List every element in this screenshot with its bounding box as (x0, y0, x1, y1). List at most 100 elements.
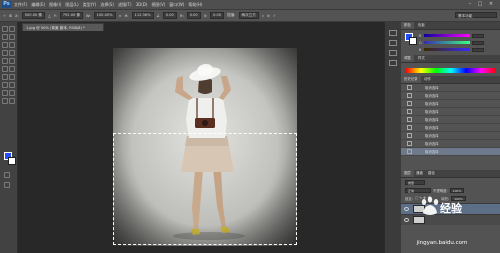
path-select-icon[interactable] (2, 90, 8, 96)
menu-window[interactable]: 窗口(W) (169, 2, 184, 8)
hand-tool-icon[interactable] (2, 98, 8, 104)
history-item[interactable]: 取消选择 (401, 84, 500, 92)
lasso-tool-icon[interactable] (2, 34, 8, 40)
shape-tool-icon[interactable] (9, 90, 15, 96)
workspace-select[interactable]: 基本功能 (455, 12, 497, 18)
angle-icon: ∠ (156, 13, 160, 18)
photoshop-logo: Ps (2, 1, 11, 8)
menu-image[interactable]: 图像(I) (49, 2, 61, 8)
menu-view[interactable]: 视图(V) (151, 2, 165, 8)
reference-point-icon[interactable]: ⊞ (9, 14, 12, 18)
selection-marquee[interactable] (113, 133, 297, 245)
history-brush-icon[interactable] (9, 58, 15, 64)
pen-tool-icon[interactable] (2, 82, 8, 88)
eye-icon[interactable] (404, 207, 409, 211)
background-color-swatch[interactable] (8, 157, 16, 165)
menu-3d[interactable]: 3D(D) (136, 2, 148, 8)
maximize-button[interactable]: □ (476, 1, 484, 7)
color-panel-bg-swatch[interactable] (409, 37, 417, 45)
history-item[interactable]: 取消选择 (401, 132, 500, 140)
menu-layer[interactable]: 图层(L) (65, 2, 78, 8)
gradient-tool-icon[interactable] (9, 66, 15, 72)
zoom-tool-icon[interactable] (9, 98, 15, 104)
move-tool-icon[interactable] (2, 26, 8, 32)
menu-type[interactable]: 类型(Y) (83, 2, 97, 8)
blur-tool-icon[interactable] (2, 74, 8, 80)
crop-tool-icon[interactable] (2, 42, 8, 48)
opacity-field[interactable]: 100% (449, 187, 465, 193)
menu-select[interactable]: 选择(S) (100, 2, 114, 8)
type-tool-icon[interactable] (9, 82, 15, 88)
link-icon[interactable]: ∞ (119, 14, 122, 18)
interpolation-select[interactable]: 两次立方 (238, 12, 259, 19)
slider-b-label: B (419, 47, 422, 52)
dodge-tool-icon[interactable] (9, 74, 15, 80)
history-panel-icon[interactable] (389, 30, 397, 36)
transform-tool-icon: ⊹ (3, 13, 7, 18)
x-field[interactable]: 500.00 像 (21, 12, 46, 19)
menu-filter[interactable]: 滤镜(T) (118, 2, 132, 8)
tab-swatches[interactable]: 色板 (415, 22, 428, 29)
color-spectrum[interactable] (406, 68, 496, 73)
cancel-transform-icon[interactable]: ⊘ (267, 14, 270, 18)
brush-tool-icon[interactable] (9, 50, 15, 56)
slider-b-value[interactable] (472, 47, 484, 52)
minimize-button[interactable]: – (466, 1, 474, 7)
menu-file[interactable]: 文件(F) (14, 2, 27, 8)
delta-icon[interactable]: △ (48, 14, 51, 18)
screen-mode-icon[interactable] (4, 182, 10, 188)
tab-layers[interactable]: 图层 (401, 170, 414, 177)
width-field[interactable]: 100.00% (93, 12, 116, 19)
document-tab[interactable]: 1.jpg @ 50% (背景 副本, RGB/8) * (22, 23, 104, 31)
slider-b[interactable]: B (419, 47, 484, 52)
properties-panel-icon[interactable] (389, 40, 397, 46)
options-bar: ⊹ ⊞ X: 500.00 像 △ Y: 792.00 像 W: 100.00%… (0, 10, 500, 22)
v-skew-field[interactable]: 0.00 (210, 12, 225, 19)
layer-kind-select[interactable]: 类型 (405, 179, 425, 185)
healing-brush-icon[interactable] (2, 50, 8, 56)
slider-b-track[interactable] (424, 48, 470, 51)
tab-styles[interactable]: 样式 (415, 55, 428, 62)
history-item[interactable]: 取消选择 (401, 140, 500, 148)
menu-help[interactable]: 帮助(H) (188, 2, 202, 8)
clone-stamp-icon[interactable] (2, 58, 8, 64)
tab-history[interactable]: 历史记录 (401, 76, 421, 83)
history-item[interactable]: 取消选择 (401, 116, 500, 124)
quick-mask-icon[interactable] (4, 172, 10, 178)
lock-label: 锁定: (405, 196, 413, 201)
tab-channels[interactable]: 通道 (413, 170, 426, 177)
slider-g[interactable]: G (419, 40, 484, 45)
eye-icon[interactable] (404, 218, 409, 222)
slider-r[interactable]: R (419, 33, 484, 38)
slider-g-value[interactable] (472, 40, 484, 45)
history-item-current[interactable]: 取消选择 (401, 148, 500, 156)
history-item[interactable]: 取消选择 (401, 100, 500, 108)
history-step-icon (407, 125, 412, 130)
height-field[interactable]: 112.36% (131, 12, 154, 19)
character-panel-icon[interactable] (389, 50, 397, 56)
angle-field[interactable]: 0.00 (162, 12, 177, 19)
history-item[interactable]: 取消选择 (401, 124, 500, 132)
menu-edit[interactable]: 编辑(E) (31, 2, 45, 8)
close-button[interactable]: × (487, 1, 495, 7)
eraser-tool-icon[interactable] (2, 66, 8, 72)
history-item[interactable]: 取消选择 (401, 108, 500, 116)
tab-paths[interactable]: 路径 (425, 170, 438, 177)
warp-icon[interactable]: ⌗ (262, 14, 264, 18)
eyedropper-tool-icon[interactable] (9, 42, 15, 48)
history-item[interactable]: 取消选择 (401, 92, 500, 100)
tab-color[interactable]: 颜色 (401, 22, 414, 29)
h-skew-field[interactable]: 0.00 (186, 12, 201, 19)
y-field[interactable]: 792.00 像 (59, 12, 84, 19)
tab-actions[interactable]: 动作 (421, 76, 434, 83)
marquee-tool-icon[interactable] (9, 26, 15, 32)
paragraph-panel-icon[interactable] (389, 60, 397, 66)
slider-r-track[interactable] (424, 34, 470, 37)
quick-select-tool-icon[interactable] (9, 34, 15, 40)
commit-transform-icon[interactable]: ✓ (273, 14, 276, 18)
history-step-icon (407, 101, 412, 106)
slider-r-value[interactable] (472, 33, 484, 38)
slider-g-track[interactable] (424, 41, 470, 44)
tab-adjustments[interactable]: 调整 (401, 55, 414, 62)
blend-mode-select[interactable]: 正常 (405, 187, 431, 193)
